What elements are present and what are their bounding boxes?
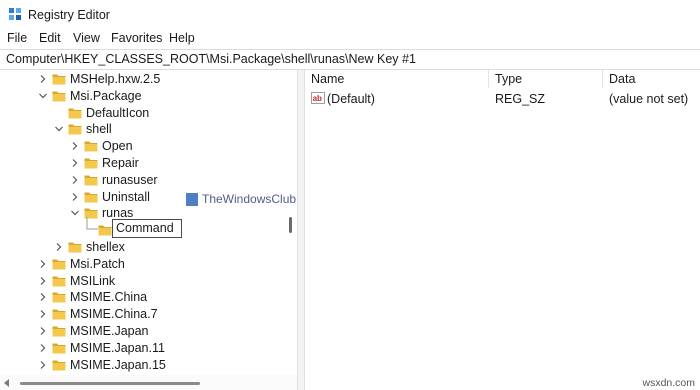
chevron-right-icon[interactable]: [70, 158, 80, 168]
tree-node-label: MSHelp.hxw.2.5: [70, 72, 161, 86]
tree-node-mshelp-hxw-2-5[interactable]: MSHelp.hxw.2.5: [0, 71, 285, 88]
folder-icon: [68, 124, 82, 135]
registry-editor-icon: [9, 8, 21, 20]
chevron-right-icon[interactable]: [70, 175, 80, 185]
folder-icon: [84, 175, 98, 186]
folder-icon: [52, 74, 66, 85]
column-header-type[interactable]: Type: [489, 70, 602, 88]
pane-splitter[interactable]: [297, 70, 305, 390]
tree-node-label: Msi.Package: [70, 88, 142, 103]
tree-node-label: runasuser: [102, 172, 158, 187]
tree-node-shellex[interactable]: shellex: [0, 239, 285, 256]
tree-horizontal-scrollbar[interactable]: [0, 375, 297, 390]
column-header-name[interactable]: Name: [305, 70, 488, 88]
folder-icon: [52, 343, 66, 354]
tree-node-label: Uninstall: [102, 189, 150, 204]
menu-help[interactable]: Help: [169, 31, 195, 45]
svg-text:ab: ab: [313, 94, 322, 103]
chevron-down-icon[interactable]: [70, 208, 80, 218]
registry-tree-pane[interactable]: MSHelp.hxw.2.5 Msi.Package DefaultIcon shel…: [0, 70, 297, 390]
title-bar: Registry Editor: [0, 0, 700, 30]
value-row-default[interactable]: ab (Default) REG_SZ (value not set): [305, 90, 700, 107]
tree-node-msime-china[interactable]: MSIME.China: [0, 289, 285, 306]
column-header-data[interactable]: Data: [603, 70, 700, 88]
chevron-right-icon[interactable]: [38, 326, 48, 336]
values-list-pane[interactable]: Name Type Data ab (Default) REG_SZ (valu…: [305, 70, 700, 390]
folder-icon: [84, 158, 98, 169]
value-type: REG_SZ: [495, 92, 546, 106]
tree-node-msime-japan[interactable]: MSIME.Japan: [0, 323, 285, 340]
address-path[interactable]: Computer\HKEY_CLASSES_ROOT\Msi.Package\s…: [6, 52, 416, 66]
tree-node-open[interactable]: Open: [0, 138, 285, 155]
tree-horizontal-scrollbar-thumb[interactable]: [20, 382, 200, 385]
chevron-right-icon[interactable]: [54, 242, 64, 252]
watermark-logo: TheWindowsClub: [182, 190, 307, 210]
chevron-right-icon[interactable]: [38, 276, 48, 286]
folder-icon: [52, 259, 66, 270]
folder-icon: [68, 108, 82, 119]
chevron-right-icon[interactable]: [70, 192, 80, 202]
chevron-right-icon[interactable]: [38, 74, 48, 84]
tree-node-label: MSIME.Japan.11: [70, 340, 165, 355]
tree-node-shell[interactable]: shell: [0, 121, 285, 138]
rename-key-input[interactable]: Command: [112, 219, 182, 238]
tree-node-label: MSIME.China: [70, 290, 148, 305]
menu-view[interactable]: View: [73, 31, 100, 45]
chevron-right-icon[interactable]: [38, 309, 48, 319]
menu-bar: File Edit View Favorites Help: [0, 30, 700, 48]
tree-node-msi-patch[interactable]: Msi.Patch: [0, 256, 285, 273]
tree-node-label: MSILink: [70, 273, 116, 288]
tree-node-label: MSIME.Japan.15: [70, 357, 166, 372]
tree-node-label: shell: [86, 122, 112, 137]
tree-node-label: MSIME.Japan: [70, 324, 149, 338]
tree-node-label: Msi.Patch: [70, 256, 125, 271]
string-value-icon: ab: [311, 92, 325, 104]
chevron-down-icon[interactable]: [38, 91, 48, 101]
value-name: (Default): [327, 92, 375, 106]
folder-icon: [52, 276, 66, 287]
watermark-icon: [186, 193, 198, 206]
chevron-right-icon[interactable]: [38, 360, 48, 370]
tree-node-msime-japan-11[interactable]: MSIME.Japan.11: [0, 340, 285, 357]
tree-node-msime-china-7[interactable]: MSIME.China.7: [0, 306, 285, 323]
chevron-down-icon[interactable]: [54, 124, 64, 134]
chevron-right-icon[interactable]: [38, 259, 48, 269]
tree-node-label: MSIME.China.7: [70, 307, 158, 322]
folder-icon: [52, 326, 66, 337]
menu-edit[interactable]: Edit: [39, 31, 61, 45]
folder-icon: [68, 242, 82, 253]
folder-icon: [98, 225, 112, 236]
tree-node-msi-package[interactable]: Msi.Package: [0, 88, 285, 105]
menu-favorites[interactable]: Favorites: [111, 31, 162, 45]
folder-icon: [52, 309, 66, 320]
chevron-right-icon[interactable]: [38, 292, 48, 302]
watermark-text: TheWindowsClub: [202, 192, 297, 206]
tree-node-defaulticon[interactable]: DefaultIcon: [0, 105, 285, 122]
folder-icon: [84, 192, 98, 203]
tree-node-msime-japan-15[interactable]: MSIME.Japan.15: [0, 357, 285, 374]
tree-vertical-scrollbar-thumb[interactable]: [289, 217, 292, 233]
tree-node-label: DefaultIcon: [86, 105, 150, 120]
chevron-right-icon[interactable]: [38, 343, 48, 353]
tree-node-label: Open: [102, 139, 133, 154]
tree-node-msilink[interactable]: MSILink: [0, 273, 285, 290]
folder-icon: [52, 91, 66, 102]
tree-node-label: Repair: [102, 156, 139, 170]
window-title: Registry Editor: [28, 8, 110, 22]
rename-key-value: Command: [116, 221, 174, 235]
menu-file[interactable]: File: [7, 31, 27, 45]
folder-icon: [52, 292, 66, 303]
value-data: (value not set): [609, 92, 689, 106]
tree-node-runasuser[interactable]: runasuser: [0, 172, 285, 189]
folder-icon: [84, 141, 98, 152]
tree-node-repair[interactable]: Repair: [0, 155, 285, 172]
site-credit: wsxdn.com: [642, 377, 695, 389]
tree-node-label: shellex: [86, 240, 125, 254]
address-bar[interactable]: Computer\HKEY_CLASSES_ROOT\Msi.Package\s…: [0, 49, 700, 70]
chevron-right-icon[interactable]: [70, 141, 80, 151]
folder-icon: [52, 360, 66, 371]
scroll-left-icon[interactable]: [4, 379, 10, 387]
